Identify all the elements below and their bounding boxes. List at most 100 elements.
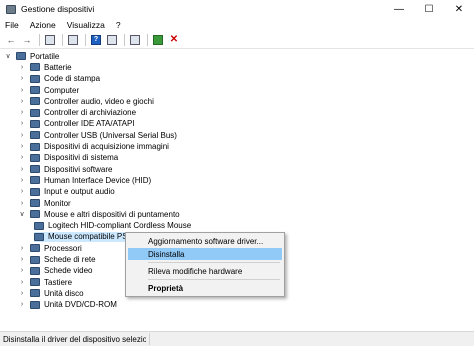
tree-node-audio[interactable]: › Controller audio, video e giochi — [18, 96, 154, 106]
chevron-right-icon[interactable]: › — [18, 143, 26, 150]
maximize-button[interactable]: ☐ — [414, 0, 444, 18]
audio-io-icon — [30, 187, 40, 196]
tree-node-label: Unità DVD/CD-ROM — [44, 300, 117, 310]
forward-arrow-icon[interactable]: → — [20, 34, 34, 47]
tree-node-label: Computer — [44, 85, 80, 95]
window-controls: — ☐ ✕ — [384, 0, 474, 18]
status-divider — [149, 333, 150, 345]
chevron-right-icon[interactable]: › — [18, 98, 26, 105]
tree-node-keyboard[interactable]: › Tastiere — [18, 277, 72, 287]
chevron-right-icon[interactable]: › — [18, 279, 26, 286]
tree-node-label: Schede di rete — [44, 255, 96, 265]
menu-help[interactable]: ? — [116, 20, 121, 30]
chevron-right-icon[interactable]: › — [18, 200, 26, 207]
chevron-right-icon[interactable]: › — [18, 64, 26, 71]
chevron-right-icon[interactable]: › — [18, 301, 26, 308]
tree-node-label: Human Interface Device (HID) — [44, 175, 152, 185]
chevron-down-icon[interactable]: ∨ — [18, 210, 26, 218]
tree-node-disk[interactable]: › Unità disco — [18, 288, 84, 298]
mouse-icon — [30, 210, 40, 219]
tree-node-audio-io[interactable]: › Input e output audio — [18, 187, 115, 197]
tree-node-batterie[interactable]: › Batterie — [18, 62, 72, 72]
back-arrow-icon[interactable]: ← — [4, 34, 18, 47]
tree-node-processori[interactable]: › Processori — [18, 243, 82, 253]
chevron-right-icon[interactable]: › — [18, 87, 26, 94]
processor-icon — [30, 244, 40, 253]
tree-node-system[interactable]: › Dispositivi di sistema — [18, 153, 118, 163]
menu-scan-hardware[interactable]: Rileva modifiche hardware — [128, 265, 282, 277]
toolbar: ← → ? ✕ — [0, 32, 474, 49]
tree-node-usb[interactable]: › Controller USB (Universal Serial Bus) — [18, 130, 177, 140]
title-bar: Gestione dispositivi — ☐ ✕ — [0, 0, 474, 18]
chevron-right-icon[interactable]: › — [18, 245, 26, 252]
tree-node-software[interactable]: › Dispositivi software — [18, 164, 113, 174]
tree-node-video[interactable]: › Schede video — [18, 266, 93, 276]
chevron-right-icon[interactable]: › — [18, 154, 26, 161]
help-icon[interactable]: ? — [89, 34, 103, 47]
menu-bar: File Azione Visualizza ? — [0, 18, 474, 32]
chevron-right-icon[interactable]: › — [18, 75, 26, 82]
menu-uninstall[interactable]: Disinstalla — [128, 248, 282, 260]
chevron-right-icon[interactable]: › — [18, 177, 26, 184]
context-menu: Aggiornamento software driver... Disinst… — [125, 232, 285, 297]
chevron-down-icon[interactable]: ∨ — [4, 52, 12, 60]
menu-visualizza[interactable]: Visualizza — [67, 20, 105, 30]
menu-azione[interactable]: Azione — [30, 20, 56, 30]
chevron-right-icon[interactable]: › — [18, 132, 26, 139]
panel-icon[interactable] — [105, 34, 119, 47]
keyboard-icon — [30, 278, 40, 287]
tree-node-monitor[interactable]: › Monitor — [18, 198, 71, 208]
tree-node-imaging[interactable]: › Dispositivi di acquisizione immagini — [18, 141, 169, 151]
tree-node-label: Dispositivi software — [44, 164, 113, 174]
minimize-button[interactable]: — — [384, 0, 414, 18]
status-bar: Disinstalla il driver del dispositivo se… — [0, 331, 474, 346]
tree-node-dvd[interactable]: › Unità DVD/CD-ROM — [18, 300, 117, 310]
software-icon — [30, 165, 40, 174]
menu-properties[interactable]: Proprietà — [128, 282, 282, 294]
tree-root[interactable]: ∨ Portatile — [4, 51, 59, 61]
display-adapter-icon — [30, 266, 40, 275]
mouse-icon — [34, 232, 44, 241]
menu-separator — [148, 262, 280, 263]
toolbar-separator — [62, 34, 63, 46]
tree-node-code-stampa[interactable]: › Code di stampa — [18, 74, 100, 84]
tree-node-label: Controller IDE ATA/ATAPI — [44, 119, 135, 129]
tree-child-logitech-mouse[interactable]: Logitech HID-compliant Cordless Mouse — [34, 221, 191, 231]
tree-node-ide[interactable]: › Controller IDE ATA/ATAPI — [18, 119, 135, 129]
computer-icon — [16, 52, 26, 61]
list-view-icon[interactable] — [66, 34, 80, 47]
hid-icon — [30, 176, 40, 185]
window-title: Gestione dispositivi — [21, 4, 95, 14]
chevron-right-icon[interactable]: › — [18, 109, 26, 116]
tree-node-label: Monitor — [44, 198, 71, 208]
usb-icon — [30, 131, 40, 140]
chevron-right-icon[interactable]: › — [18, 290, 26, 297]
uninstall-icon[interactable]: ✕ — [167, 34, 181, 47]
tree-node-label: Schede video — [44, 266, 93, 276]
camera-icon — [30, 142, 40, 151]
close-button[interactable]: ✕ — [444, 0, 474, 18]
chevron-right-icon[interactable]: › — [18, 120, 26, 127]
chevron-right-icon[interactable]: › — [18, 166, 26, 173]
tree-node-label: Dispositivi di sistema — [44, 153, 119, 163]
tree-node-network[interactable]: › Schede di rete — [18, 254, 96, 264]
toolbar-separator — [147, 34, 148, 46]
speaker-icon — [30, 97, 40, 106]
menu-file[interactable]: File — [5, 20, 19, 30]
battery-icon — [30, 63, 40, 72]
chevron-right-icon[interactable]: › — [18, 188, 26, 195]
properties-view-icon[interactable] — [43, 34, 57, 47]
update-driver-icon[interactable] — [151, 34, 165, 47]
tree-child-ps2-mouse[interactable]: Mouse compatibile PS/2 — [34, 231, 139, 243]
tree-node-computer[interactable]: › Computer — [18, 85, 79, 95]
chevron-right-icon[interactable]: › — [18, 267, 26, 274]
tree-node-storage[interactable]: › Controller di archiviazione — [18, 108, 136, 118]
tree-node-hid[interactable]: › Human Interface Device (HID) — [18, 175, 151, 185]
tree-node-label: Dispositivi di acquisizione immagini — [44, 142, 169, 152]
tree-node-label: Input e output audio — [44, 187, 115, 197]
monitor-icon[interactable] — [128, 34, 142, 47]
menu-update-driver[interactable]: Aggiornamento software driver... — [128, 235, 282, 247]
tree-node-mouse[interactable]: ∨ Mouse e altri dispositivi di puntamento — [18, 209, 179, 219]
chevron-right-icon[interactable]: › — [18, 256, 26, 263]
mouse-icon — [34, 221, 44, 230]
